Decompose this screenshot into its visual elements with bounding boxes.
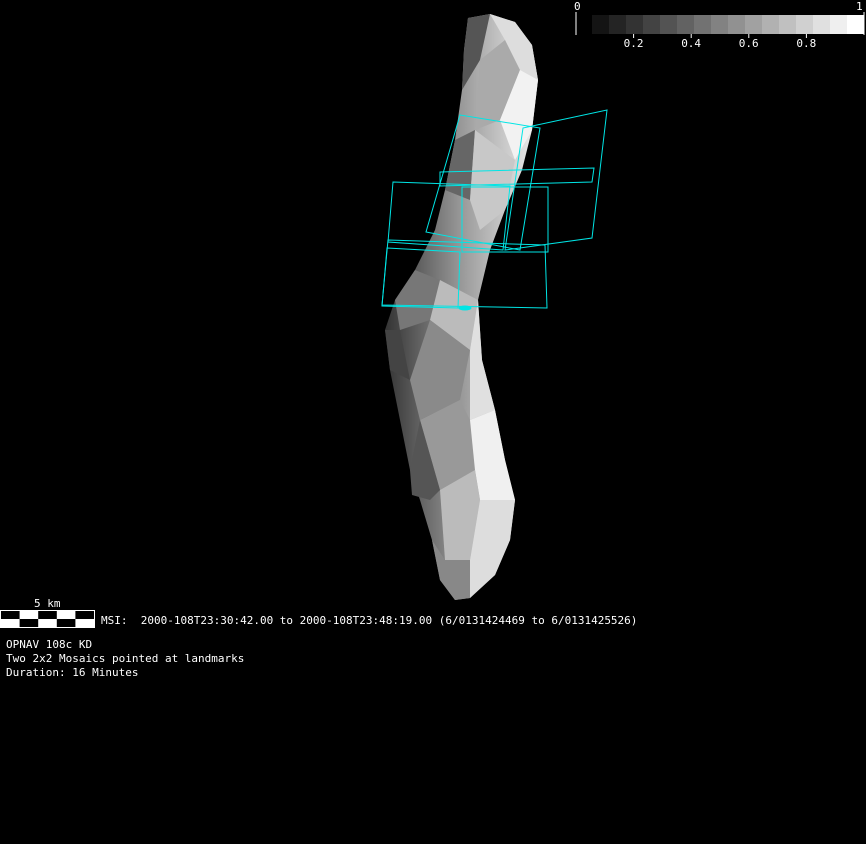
scale-bar-label: 5 km xyxy=(34,597,61,610)
scale-bar xyxy=(0,610,95,628)
colorbar-step xyxy=(711,15,729,34)
colorbar-step xyxy=(745,15,763,34)
colorbar-tick-label: 0.6 xyxy=(738,37,759,50)
colorbar-step xyxy=(762,15,780,34)
colorbar-step xyxy=(643,15,661,34)
colorbar-tick-label: 0.8 xyxy=(796,37,817,50)
colorbar-step xyxy=(592,15,610,34)
observation-description: Two 2x2 Mosaics pointed at landmarks xyxy=(6,652,245,665)
scale-bar-segment xyxy=(1,611,20,619)
colorbar-step xyxy=(626,15,644,34)
colorbar-step xyxy=(694,15,712,34)
colorbar-step xyxy=(609,15,627,34)
colorbar-step xyxy=(830,15,848,34)
observation-duration: Duration: 16 Minutes xyxy=(6,666,139,679)
observation-title: OPNAV 108c KD xyxy=(6,638,93,651)
msi-time-range: MSI: 2000-108T23:30:42.00 to 2000-108T23… xyxy=(101,614,638,627)
colorbar-step xyxy=(813,15,831,34)
colorbar-step xyxy=(728,15,746,34)
colorbar-min-label: 0 xyxy=(574,0,581,13)
scale-bar-segment xyxy=(38,611,57,619)
colorbar-step xyxy=(847,15,865,34)
colorbar xyxy=(575,12,865,38)
asteroid-render xyxy=(0,12,865,628)
colorbar-step xyxy=(796,15,814,34)
colorbar-step xyxy=(660,15,678,34)
colorbar-tick-label: 0.4 xyxy=(681,37,702,50)
scale-bar-segment xyxy=(75,611,94,619)
colorbar-max-label: 1 xyxy=(856,0,863,13)
scale-bar-segment xyxy=(56,619,76,627)
scale-bar-segment xyxy=(19,619,39,627)
colorbar-step xyxy=(677,15,695,34)
colorbar-step xyxy=(779,15,797,34)
colorbar-tick-label: 0.2 xyxy=(623,37,644,50)
